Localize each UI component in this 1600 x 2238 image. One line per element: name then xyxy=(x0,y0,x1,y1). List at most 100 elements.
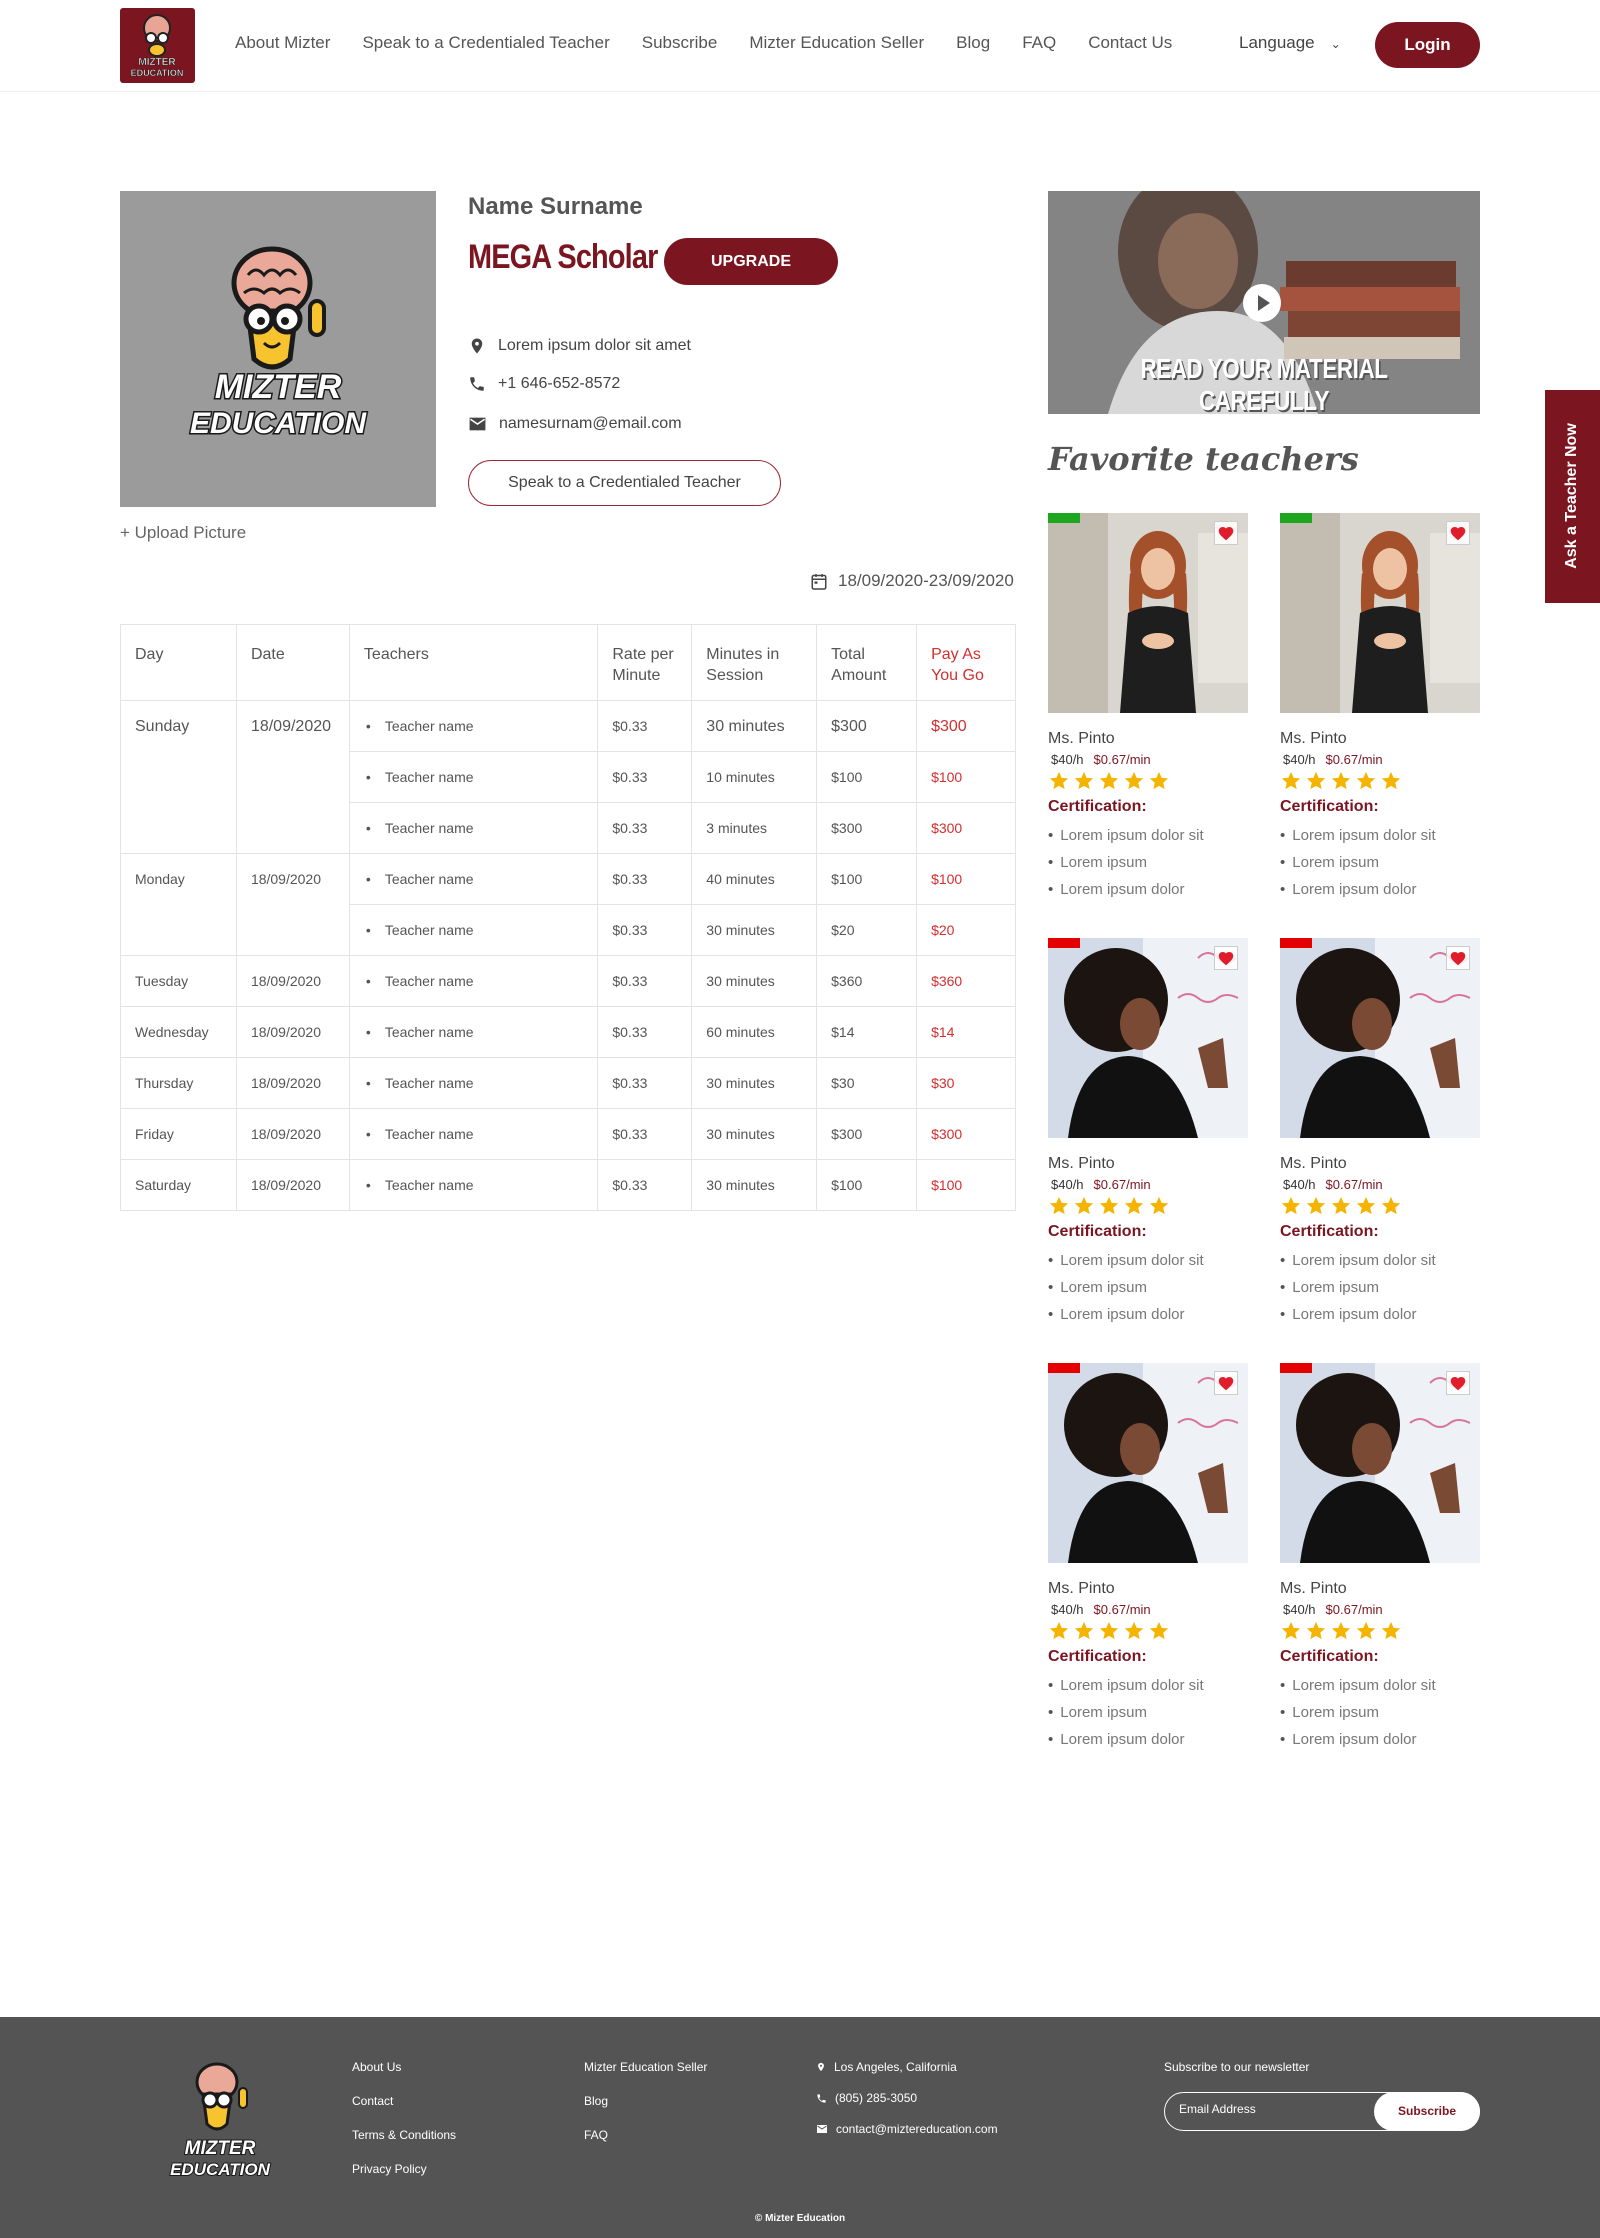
play-icon[interactable] xyxy=(1243,284,1281,322)
certification-label: Certification: xyxy=(1048,1223,1147,1240)
table-row: Saturday 18/09/2020 Teacher name $0.33 3… xyxy=(120,1159,1016,1211)
cell-teacher[interactable]: Teacher name xyxy=(348,700,599,752)
footer-email-row[interactable]: contact@miztereducation.com xyxy=(816,2122,998,2136)
nav-menu: About Mizter Speak to a Credentialed Tea… xyxy=(235,33,1204,53)
heart-icon[interactable] xyxy=(1446,946,1470,970)
nav-speak-teacher[interactable]: Speak to a Credentialed Teacher xyxy=(362,33,609,53)
nav-blog[interactable]: Blog xyxy=(956,33,990,53)
mizter-logo[interactable]: MIZTER EDUCATION xyxy=(120,8,195,83)
calendar-icon xyxy=(811,573,827,590)
video-player[interactable]: READ YOUR MATERIAL CAREFULLY xyxy=(1048,191,1480,414)
nav-subscribe[interactable]: Subscribe xyxy=(642,33,718,53)
date-range[interactable]: 18/09/2020-23/09/2020 xyxy=(810,571,1014,591)
teacher-name[interactable]: Ms. Pinto xyxy=(1280,1580,1480,1598)
teacher-photo[interactable] xyxy=(1280,1363,1480,1563)
cell-teacher[interactable]: Teacher name xyxy=(348,904,599,956)
cell-minutes: 30 minutes xyxy=(691,1108,818,1160)
table-row: Sunday 18/09/2020 Teacher name $0.33 30 … xyxy=(120,700,1016,854)
cell-teacher[interactable]: Teacher name xyxy=(348,1006,599,1058)
teacher-name[interactable]: Ms. Pinto xyxy=(1048,1580,1248,1598)
rate-hour: $40/h xyxy=(1051,1177,1084,1192)
rate-hour: $40/h xyxy=(1283,752,1316,767)
heart-icon[interactable] xyxy=(1214,946,1238,970)
newsletter-email-input[interactable] xyxy=(1179,2102,1359,2116)
col-total: Total Amount xyxy=(816,624,918,701)
teacher-card[interactable]: Ms. Pinto $40/h $0.67/min Certification: Lor… xyxy=(1280,513,1480,903)
teacher-photo[interactable] xyxy=(1280,513,1480,713)
footer-logo[interactable]: MIZTER EDUCATION xyxy=(165,2054,275,2194)
cell-teacher[interactable]: Teacher name xyxy=(348,802,599,854)
upgrade-button[interactable]: UPGRADE xyxy=(664,238,838,285)
star-icon xyxy=(1099,771,1119,790)
footer-link-seller[interactable]: Mizter Education Seller xyxy=(584,2060,707,2074)
footer-link-faq[interactable]: FAQ xyxy=(584,2128,707,2142)
star-icon xyxy=(1306,771,1326,790)
star-icon xyxy=(1331,1196,1351,1215)
teacher-photo[interactable] xyxy=(1048,513,1248,713)
cell-total: $100 xyxy=(816,751,918,803)
email-row: namesurnam@email.com xyxy=(468,415,682,433)
teacher-rate: $40/h $0.67/min xyxy=(1280,752,1480,767)
teacher-name[interactable]: Ms. Pinto xyxy=(1280,730,1480,748)
certification-label: Certification: xyxy=(1048,1648,1147,1665)
cell-total: $300 xyxy=(816,1108,918,1160)
certification-item: Lorem ipsum dolor xyxy=(1048,1726,1248,1753)
cell-teacher[interactable]: Teacher name xyxy=(348,1159,599,1211)
certification-item: Lorem ipsum dolor xyxy=(1280,876,1480,903)
teacher-card[interactable]: Ms. Pinto $40/h $0.67/min Certification: Lor… xyxy=(1048,513,1248,903)
cell-teacher[interactable]: Teacher name xyxy=(348,853,599,905)
footer-link-about[interactable]: About Us xyxy=(352,2060,456,2074)
teacher-name[interactable]: Ms. Pinto xyxy=(1048,730,1248,748)
teacher-photo[interactable] xyxy=(1048,938,1248,1138)
star-icon xyxy=(1124,1196,1144,1215)
plan-name: MEGA Scholar xyxy=(468,238,658,276)
heart-icon[interactable] xyxy=(1214,521,1238,545)
status-indicator xyxy=(1280,938,1312,948)
teacher-rate: $40/h $0.67/min xyxy=(1280,1602,1480,1617)
cell-minutes: 30 minutes xyxy=(691,904,818,956)
location-pin-icon xyxy=(818,2062,824,2072)
nav-contact[interactable]: Contact Us xyxy=(1088,33,1172,53)
heart-icon[interactable] xyxy=(1214,1371,1238,1395)
cell-teacher[interactable]: Teacher name xyxy=(348,1057,599,1109)
newsletter-label: Subscribe to our newsletter xyxy=(1164,2060,1310,2074)
footer-location-row: Los Angeles, California xyxy=(816,2060,998,2074)
footer-link-blog[interactable]: Blog xyxy=(584,2094,707,2108)
cell-teacher[interactable]: Teacher name xyxy=(348,1108,599,1160)
chevron-down-icon: ⌄ xyxy=(1330,37,1341,51)
footer-link-terms[interactable]: Terms & Conditions xyxy=(352,2128,456,2142)
teacher-name[interactable]: Ms. Pinto xyxy=(1048,1155,1248,1173)
speak-teacher-button[interactable]: Speak to a Credentialed Teacher xyxy=(468,460,781,506)
teacher-name[interactable]: Ms. Pinto xyxy=(1280,1155,1480,1173)
footer-link-privacy[interactable]: Privacy Policy xyxy=(352,2162,456,2176)
cell-teacher[interactable]: Teacher name xyxy=(348,751,599,803)
teacher-photo[interactable] xyxy=(1048,1363,1248,1563)
cell-minutes: 40 minutes xyxy=(691,853,818,905)
teacher-card[interactable]: Ms. Pinto $40/h $0.67/min Certification: Lor… xyxy=(1048,1363,1248,1753)
table-row: Thursday 18/09/2020 Teacher name $0.33 3… xyxy=(120,1057,1016,1109)
teacher-card[interactable]: Ms. Pinto $40/h $0.67/min Certification: Lor… xyxy=(1048,938,1248,1328)
star-icon xyxy=(1049,771,1069,790)
star-icon xyxy=(1281,1196,1301,1215)
ask-teacher-tab[interactable]: Ask a Teacher Now xyxy=(1545,390,1600,603)
cell-rate: $0.33 xyxy=(597,853,693,905)
teacher-photo[interactable] xyxy=(1280,938,1480,1138)
location-pin-icon xyxy=(471,338,483,354)
nav-faq[interactable]: FAQ xyxy=(1022,33,1056,53)
cell-teacher[interactable]: Teacher name xyxy=(348,955,599,1007)
nav-about[interactable]: About Mizter xyxy=(235,33,330,53)
cell-rate: $0.33 xyxy=(597,802,693,854)
nav-seller[interactable]: Mizter Education Seller xyxy=(749,33,924,53)
footer-phone-row: (805) 285-3050 xyxy=(816,2091,998,2105)
login-button[interactable]: Login xyxy=(1375,22,1480,68)
language-select[interactable]: Language ⌄ xyxy=(1239,33,1341,53)
teacher-card[interactable]: Ms. Pinto $40/h $0.67/min Certification: Lor… xyxy=(1280,1363,1480,1753)
footer-link-contact[interactable]: Contact xyxy=(352,2094,456,2108)
svg-text:EDUCATION: EDUCATION xyxy=(131,68,184,78)
teacher-card[interactable]: Ms. Pinto $40/h $0.67/min Certification: Lor… xyxy=(1280,938,1480,1328)
subscribe-button[interactable]: Subscribe xyxy=(1374,2092,1480,2131)
upload-picture-link[interactable]: + Upload Picture xyxy=(120,523,246,543)
heart-icon[interactable] xyxy=(1446,1371,1470,1395)
heart-icon[interactable] xyxy=(1446,521,1470,545)
svg-text:MIZTER: MIZTER xyxy=(138,57,176,68)
